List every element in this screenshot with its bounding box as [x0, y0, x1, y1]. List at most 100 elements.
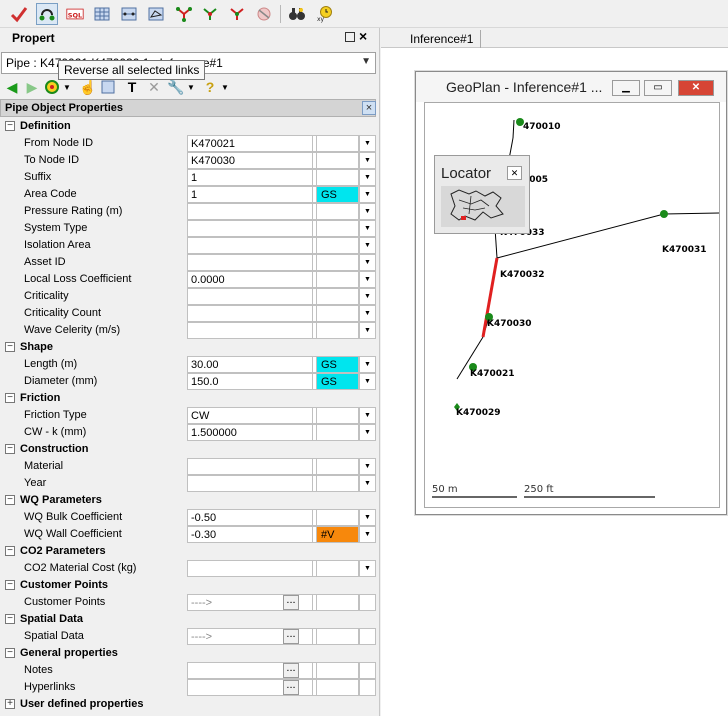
property-flag[interactable]	[316, 288, 359, 305]
property-value[interactable]	[187, 220, 313, 237]
property-flag[interactable]	[316, 594, 359, 611]
grid-view-icon[interactable]	[91, 3, 113, 25]
collapse-icon[interactable]: −	[5, 444, 15, 454]
ellipsis-button[interactable]: ...	[283, 629, 299, 644]
section-shape[interactable]: − Shape	[0, 339, 380, 356]
property-value[interactable]: 30.00	[187, 356, 313, 373]
property-value[interactable]: -0.50	[187, 509, 313, 526]
property-flag[interactable]	[316, 662, 359, 679]
locator-map[interactable]	[441, 186, 525, 227]
property-flag[interactable]: GS	[316, 356, 359, 373]
property-value[interactable]: 1	[187, 186, 313, 203]
property-value[interactable]	[187, 458, 313, 475]
property-flag[interactable]	[316, 220, 359, 237]
back-icon[interactable]: ◀	[4, 78, 20, 96]
clock-icon[interactable]: xy	[313, 3, 335, 25]
section-user-defined-properties[interactable]: + User defined properties	[0, 696, 380, 713]
collapse-icon[interactable]: −	[5, 342, 15, 352]
property-value[interactable]	[187, 475, 313, 492]
section-spatial-data[interactable]: − Spatial Data	[0, 611, 380, 628]
flag-dropdown-icon[interactable]: ▼	[359, 373, 376, 390]
check-icon[interactable]	[8, 3, 30, 25]
map-canvas[interactable]: 470010 0005 K470033 K470032 K470030 K470…	[424, 102, 720, 508]
section-construction[interactable]: − Construction	[0, 441, 380, 458]
polygon-grid-icon[interactable]	[145, 3, 167, 25]
property-value[interactable]: 1	[187, 169, 313, 186]
section-customer-points[interactable]: − Customer Points	[0, 577, 380, 594]
flag-dropdown-icon[interactable]	[359, 662, 376, 679]
chevron-down-icon[interactable]: ▼	[220, 78, 230, 96]
pin-icon[interactable]	[345, 32, 355, 42]
flag-dropdown-icon[interactable]: ▼	[359, 407, 376, 424]
property-value[interactable]: 1.500000	[187, 424, 313, 441]
flag-dropdown-icon[interactable]: ▼	[359, 203, 376, 220]
collapse-icon[interactable]: −	[5, 648, 15, 658]
flag-dropdown-icon[interactable]: ▼	[359, 135, 376, 152]
flag-dropdown-icon[interactable]: ▼	[359, 560, 376, 577]
flag-dropdown-icon[interactable]: ▼	[359, 509, 376, 526]
property-flag[interactable]	[316, 271, 359, 288]
property-value[interactable]	[187, 203, 313, 220]
property-flag[interactable]	[316, 679, 359, 696]
forward-icon[interactable]: ▶	[24, 78, 40, 96]
ellipsis-button[interactable]: ...	[283, 663, 299, 678]
property-flag[interactable]: GS	[316, 373, 359, 390]
minimize-button[interactable]: ▁	[612, 80, 640, 96]
flag-dropdown-icon[interactable]: ▼	[359, 475, 376, 492]
binoculars-icon[interactable]	[286, 3, 308, 25]
flag-dropdown-icon[interactable]: ▼	[359, 305, 376, 322]
flag-dropdown-icon[interactable]: ▼	[359, 169, 376, 186]
section-wq-parameters[interactable]: − WQ Parameters	[0, 492, 380, 509]
network-trace-down-icon[interactable]	[226, 3, 248, 25]
flag-dropdown-icon[interactable]	[359, 594, 376, 611]
flag-dropdown-icon[interactable]: ▼	[359, 152, 376, 169]
window-close-button[interactable]: ✕	[678, 80, 714, 96]
collapse-icon[interactable]: −	[5, 393, 15, 403]
property-value[interactable]: -0.30	[187, 526, 313, 543]
property-flag[interactable]	[316, 254, 359, 271]
flag-dropdown-icon[interactable]: ▼	[359, 237, 376, 254]
network-trace-clear-icon[interactable]	[253, 3, 275, 25]
network-trace-up-icon[interactable]	[199, 3, 221, 25]
property-flag[interactable]	[316, 203, 359, 220]
property-flag[interactable]	[316, 305, 359, 322]
property-value[interactable]: 0.0000	[187, 271, 313, 288]
flag-dropdown-icon[interactable]	[359, 679, 376, 696]
property-flag[interactable]	[316, 237, 359, 254]
help-icon[interactable]: ?	[202, 78, 218, 96]
property-value[interactable]	[187, 305, 313, 322]
chevron-down-icon[interactable]: ▼	[62, 78, 72, 96]
expand-icon[interactable]: +	[5, 699, 15, 709]
chevron-down-icon[interactable]: ▼	[186, 78, 196, 96]
collapse-icon[interactable]: −	[5, 121, 15, 131]
maximize-button[interactable]: ▭	[644, 80, 672, 96]
close-icon[interactable]: ×	[359, 28, 367, 44]
collapse-icon[interactable]: −	[5, 546, 15, 556]
property-flag[interactable]	[316, 135, 359, 152]
section-definition[interactable]: − Definition	[0, 118, 380, 135]
pipe-link[interactable]	[512, 119, 515, 139]
property-flag[interactable]	[316, 407, 359, 424]
flag-dropdown-icon[interactable]: ▼	[359, 288, 376, 305]
section-friction[interactable]: − Friction	[0, 390, 380, 407]
text-icon[interactable]: T	[124, 78, 140, 96]
flag-dropdown-icon[interactable]	[359, 628, 376, 645]
map-node[interactable]	[660, 210, 668, 218]
property-value[interactable]	[187, 560, 313, 577]
close-icon[interactable]: ×	[362, 101, 376, 115]
network-trace-icon[interactable]	[173, 3, 195, 25]
select-hand-icon[interactable]: ☝	[79, 78, 96, 96]
property-flag[interactable]	[316, 509, 359, 526]
tab-inference[interactable]: Inference#1	[403, 30, 482, 48]
flag-dropdown-icon[interactable]: ▼	[359, 220, 376, 237]
property-flag[interactable]	[316, 424, 359, 441]
section-co2-parameters[interactable]: − CO2 Parameters	[0, 543, 380, 560]
flag-dropdown-icon[interactable]: ▼	[359, 526, 376, 543]
flag-dropdown-icon[interactable]: ▼	[359, 424, 376, 441]
property-value[interactable]	[187, 254, 313, 271]
ellipsis-button[interactable]: ...	[283, 595, 299, 610]
property-flag[interactable]	[316, 152, 359, 169]
link-grid-icon[interactable]	[118, 3, 140, 25]
close-icon[interactable]: ✕	[507, 166, 522, 180]
chevron-down-icon[interactable]: ▼	[361, 56, 371, 67]
